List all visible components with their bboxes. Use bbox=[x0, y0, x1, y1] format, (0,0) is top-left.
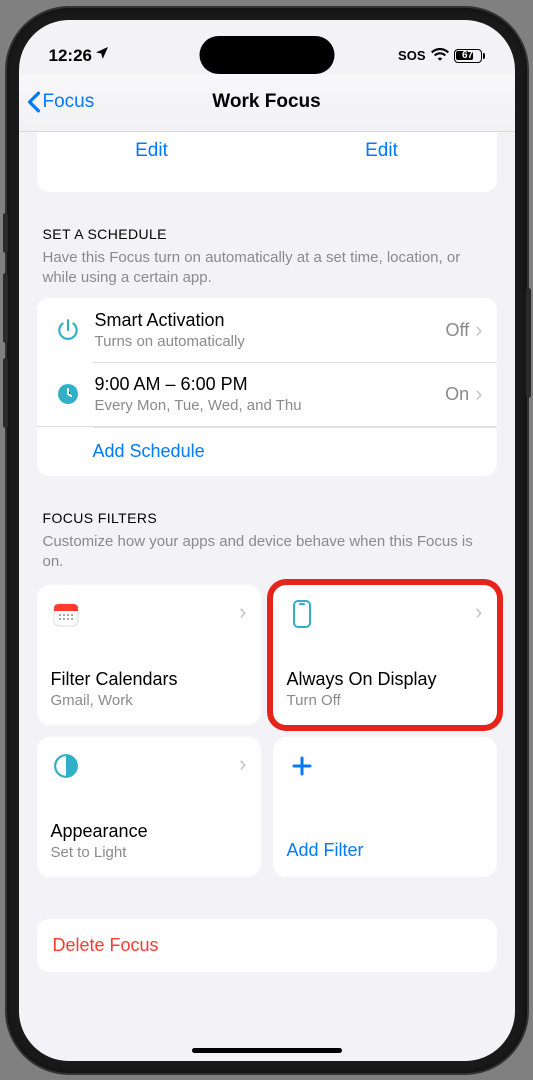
filter-calendars-card[interactable]: › Filter Calendars Gmail, Work bbox=[37, 585, 261, 725]
location-arrow-icon bbox=[94, 45, 110, 66]
sos-label: SOS bbox=[398, 48, 425, 63]
nav-header: Focus Work Focus bbox=[19, 74, 515, 132]
row-value: Off bbox=[445, 320, 469, 341]
add-filter-label: Add Filter bbox=[287, 840, 483, 861]
screen: 12:26 SOS 67 bbox=[19, 20, 515, 1061]
filter-title: Always On Display bbox=[287, 669, 483, 690]
filters-grid: › Filter Calendars Gmail, Work › Always … bbox=[37, 585, 497, 877]
row-main: Smart Activation Turns on automatically bbox=[95, 310, 446, 350]
time-schedule-row[interactable]: 9:00 AM – 6:00 PM Every Mon, Tue, Wed, a… bbox=[37, 362, 497, 426]
add-schedule-button[interactable]: Add Schedule bbox=[37, 426, 497, 476]
plus-icon bbox=[287, 751, 317, 781]
smart-activation-row[interactable]: Smart Activation Turns on automatically … bbox=[37, 298, 497, 362]
chevron-right-icon: › bbox=[475, 381, 482, 407]
status-time: 12:26 bbox=[49, 46, 92, 66]
row-sub: Every Mon, Tue, Wed, and Thu bbox=[95, 397, 446, 414]
volume-down bbox=[3, 358, 8, 428]
row-title: 9:00 AM – 6:00 PM bbox=[95, 374, 446, 395]
volume-up bbox=[3, 273, 8, 343]
power-button bbox=[526, 288, 531, 398]
content: Edit Edit SET A SCHEDULE Have this Focus… bbox=[19, 132, 515, 1061]
clock-icon bbox=[53, 379, 83, 409]
chevron-right-icon: › bbox=[239, 751, 246, 777]
phone-frame: 12:26 SOS 67 bbox=[7, 8, 527, 1073]
filters-header: FOCUS FILTERS bbox=[37, 510, 497, 532]
chevron-right-icon: › bbox=[475, 599, 482, 625]
schedule-sub: Have this Focus turn on automatically at… bbox=[37, 248, 497, 289]
dynamic-island bbox=[199, 36, 334, 74]
mute-switch bbox=[3, 213, 8, 253]
row-title: Smart Activation bbox=[95, 310, 446, 331]
page-title: Work Focus bbox=[212, 91, 320, 113]
filter-title: Filter Calendars bbox=[51, 669, 247, 690]
schedule-header: SET A SCHEDULE bbox=[37, 226, 497, 248]
filters-sub: Customize how your apps and device behav… bbox=[37, 532, 497, 573]
chevron-right-icon: › bbox=[239, 599, 246, 625]
filter-sub: Gmail, Work bbox=[51, 692, 247, 709]
row-sub: Turns on automatically bbox=[95, 333, 446, 350]
row-value: On bbox=[445, 384, 469, 405]
filter-title: Appearance bbox=[51, 821, 247, 842]
always-on-display-card[interactable]: › Always On Display Turn Off bbox=[273, 585, 497, 725]
filter-sub: Turn Off bbox=[287, 692, 483, 709]
battery-icon: 67 bbox=[454, 49, 485, 63]
back-label: Focus bbox=[43, 91, 95, 113]
phone-icon bbox=[287, 599, 317, 629]
appearance-icon bbox=[51, 751, 81, 781]
delete-focus-button[interactable]: Delete Focus bbox=[37, 919, 497, 972]
delete-label: Delete Focus bbox=[53, 935, 481, 956]
add-filter-card[interactable]: Add Filter bbox=[273, 737, 497, 877]
row-main: 9:00 AM – 6:00 PM Every Mon, Tue, Wed, a… bbox=[95, 374, 446, 414]
edit-row: Edit Edit bbox=[37, 132, 497, 192]
back-button[interactable]: Focus bbox=[27, 91, 95, 113]
wifi-icon bbox=[431, 47, 449, 64]
edit-right-button[interactable]: Edit bbox=[365, 140, 398, 162]
calendar-icon bbox=[51, 599, 81, 629]
edit-left-button[interactable]: Edit bbox=[135, 140, 168, 162]
schedule-card: Smart Activation Turns on automatically … bbox=[37, 298, 497, 476]
power-icon bbox=[53, 315, 83, 345]
chevron-right-icon: › bbox=[475, 317, 482, 343]
status-left: 12:26 bbox=[49, 45, 110, 66]
filter-sub: Set to Light bbox=[51, 844, 247, 861]
home-indicator[interactable] bbox=[192, 1048, 342, 1053]
appearance-card[interactable]: › Appearance Set to Light bbox=[37, 737, 261, 877]
status-right: SOS 67 bbox=[398, 47, 484, 64]
